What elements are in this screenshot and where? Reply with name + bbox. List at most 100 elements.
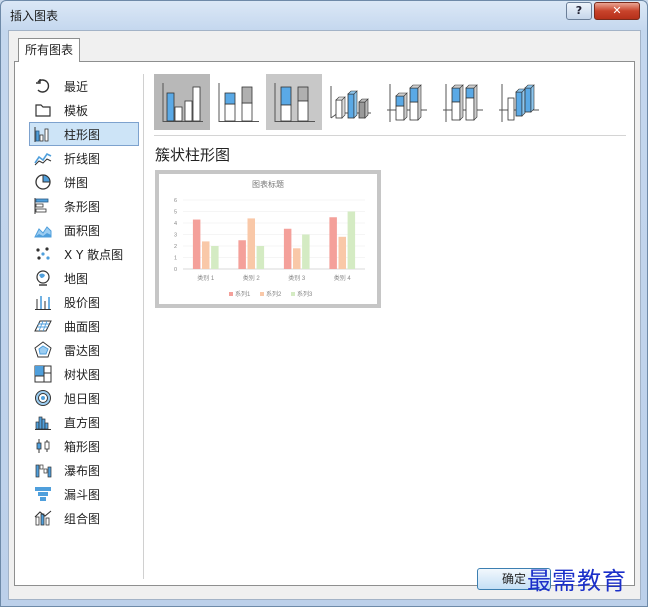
sidebar-item-map-chart[interactable]: 地图 [29, 266, 139, 290]
3d-percent-stacked-column-button[interactable] [434, 74, 490, 130]
dialog-title: 插入图表 [10, 9, 59, 23]
3d-column-button[interactable] [490, 74, 546, 130]
bar-1-3 [283, 228, 292, 269]
radar-chart-icon [34, 341, 52, 359]
sidebar-item-folder[interactable]: 模板 [29, 98, 139, 122]
bar-1-1 [192, 219, 201, 269]
sidebar-item-column-chart[interactable]: 柱形图 [29, 122, 139, 146]
bar-3-1 [211, 246, 219, 269]
legend-label: 系列3 [297, 290, 313, 298]
sidebar-item-label: 直方图 [64, 415, 101, 430]
sidebar-item-label: 箱形图 [64, 439, 101, 454]
scatter-chart-icon [34, 245, 52, 263]
bar-2-2 [247, 218, 255, 269]
sidebar-item-histogram-chart[interactable]: 直方图 [29, 410, 139, 434]
3d-column-icon [499, 84, 539, 122]
dialog-client-area: 所有图表 最近模板柱形图折线图饼图条形图面积图 X Y 散点图 地图股价图曲面图雷达… [8, 30, 641, 600]
sidebar-item-radar-chart[interactable]: 雷达图 [29, 338, 139, 362]
3d-stacked-column-icon [387, 84, 427, 122]
sidebar-item-label: 组合图 [64, 511, 101, 526]
sidebar-item-box-whisker-chart[interactable]: 箱形图 [29, 434, 139, 458]
bar-1-4 [329, 217, 337, 269]
category-label: 类别 1 [197, 274, 215, 282]
map-chart-icon [34, 269, 52, 287]
sidebar-item-label: 曲面图 [64, 319, 101, 334]
sidebar-item-bar-chart[interactable]: 条形图 [29, 194, 139, 218]
treemap-chart-icon [34, 365, 52, 383]
pie-chart-icon [34, 173, 52, 191]
help-button[interactable]: ? [566, 2, 592, 20]
legend-swatch [260, 292, 264, 296]
preview-chart: 图表标题 0 1 2 3 4 5 6 类别 1 类别 2 类别 3 类别 4 系列1 系列2 系列3 [174, 179, 365, 298]
area-chart-icon [34, 221, 52, 239]
bar-2-4 [338, 236, 346, 269]
sidebar-item-waterfall-chart[interactable]: 瀑布图 [29, 458, 139, 482]
surface-chart-icon [34, 317, 52, 335]
legend-swatch [291, 292, 295, 296]
sidebar-item-label: X Y 散点图 [64, 247, 124, 262]
sidebar-item-pie-chart[interactable]: 饼图 [29, 170, 139, 194]
bar-1-2 [238, 240, 246, 269]
bar-2-1 [202, 241, 210, 269]
y-tick-label: 6 [174, 198, 177, 204]
sidebar-item-line-chart[interactable]: 折线图 [29, 146, 139, 170]
clustered-column-icon [162, 83, 203, 122]
tab-all-charts[interactable]: 所有图表 [18, 38, 80, 62]
3d-clustered-column-icon [330, 86, 371, 119]
histogram-chart-icon [34, 413, 52, 431]
sidebar-item-combo-chart[interactable]: 组合图 [29, 506, 139, 530]
sidebar-item-scatter-chart[interactable]: X Y 散点图 [29, 242, 139, 266]
stock-chart-icon [34, 293, 52, 311]
sidebar-item-label: 饼图 [64, 175, 89, 190]
close-button[interactable]: ✕ [594, 2, 640, 20]
box-whisker-chart-icon [34, 437, 52, 455]
sidebar-item-label: 雷达图 [64, 343, 101, 358]
funnel-chart-icon [34, 485, 52, 503]
insert-chart-dialog: 插入图表 ? ✕ 所有图表 最近模板柱形图折线图饼图条形图面积图 X Y 散点图地… [0, 0, 648, 607]
subtype-title: 簇状柱形图 [155, 146, 231, 164]
y-tick-label: 5 [174, 210, 177, 216]
sidebar-item-label: 模板 [64, 103, 89, 118]
clustered-column-button[interactable] [154, 74, 210, 130]
legend-swatch [229, 292, 233, 296]
sidebar-item-area-chart[interactable]: 面积图 [29, 218, 139, 242]
y-tick-label: 2 [174, 244, 177, 250]
recent-icon [34, 77, 52, 95]
sidebar-item-stock-chart[interactable]: 股价图 [29, 290, 139, 314]
bar-3-4 [347, 211, 356, 269]
sidebar-item-label: 折线图 [64, 151, 101, 166]
sidebar-item-label: 旭日图 [64, 391, 101, 406]
sidebar-item-treemap-chart[interactable]: 树状图 [29, 362, 139, 386]
waterfall-chart-icon [34, 461, 52, 479]
sidebar-item-recent[interactable]: 最近 [29, 74, 139, 98]
y-tick-label: 0 [174, 267, 177, 273]
combo-chart-icon [34, 509, 52, 527]
sunburst-chart-icon [34, 389, 52, 407]
stacked-column-button[interactable] [210, 74, 266, 130]
chart-preview[interactable]: 图表标题 0 1 2 3 4 5 6 类别 1 类别 2 类别 3 类别 4 系列1 系列2 系列3 [155, 170, 381, 308]
3d-clustered-column-button[interactable] [322, 74, 378, 130]
percent-stacked-column-button[interactable] [266, 74, 322, 130]
stacked-column-icon [218, 83, 259, 122]
category-label: 类别 4 [334, 274, 352, 282]
sidebar-item-label: 树状图 [64, 367, 101, 382]
3d-stacked-column-button[interactable] [378, 74, 434, 130]
folder-icon [34, 101, 52, 119]
horizontal-divider [154, 135, 626, 136]
sidebar-item-label: 条形图 [64, 199, 101, 214]
percent-stacked-column-icon [274, 83, 315, 122]
sidebar-item-funnel-chart[interactable]: 漏斗图 [29, 482, 139, 506]
tab-panel: 最近模板柱形图折线图饼图条形图面积图 X Y 散点图 地图股价图曲面图雷达图树状图旭… [14, 61, 635, 586]
legend-label: 系列2 [266, 290, 282, 298]
line-chart-icon [34, 149, 52, 167]
sidebar-item-label: 漏斗图 [64, 487, 101, 502]
sidebar-item-label: 地图 [64, 271, 89, 286]
y-tick-label: 3 [174, 233, 177, 239]
y-tick-label: 4 [174, 221, 177, 227]
sidebar-item-surface-chart[interactable]: 曲面图 [29, 314, 139, 338]
y-tick-label: 1 [174, 256, 177, 262]
3d-percent-stacked-column-icon [443, 84, 483, 122]
title-bar[interactable]: 插入图表 ? ✕ [1, 1, 647, 27]
bar-2-3 [293, 248, 301, 269]
sidebar-item-sunburst-chart[interactable]: 旭日图 [29, 386, 139, 410]
